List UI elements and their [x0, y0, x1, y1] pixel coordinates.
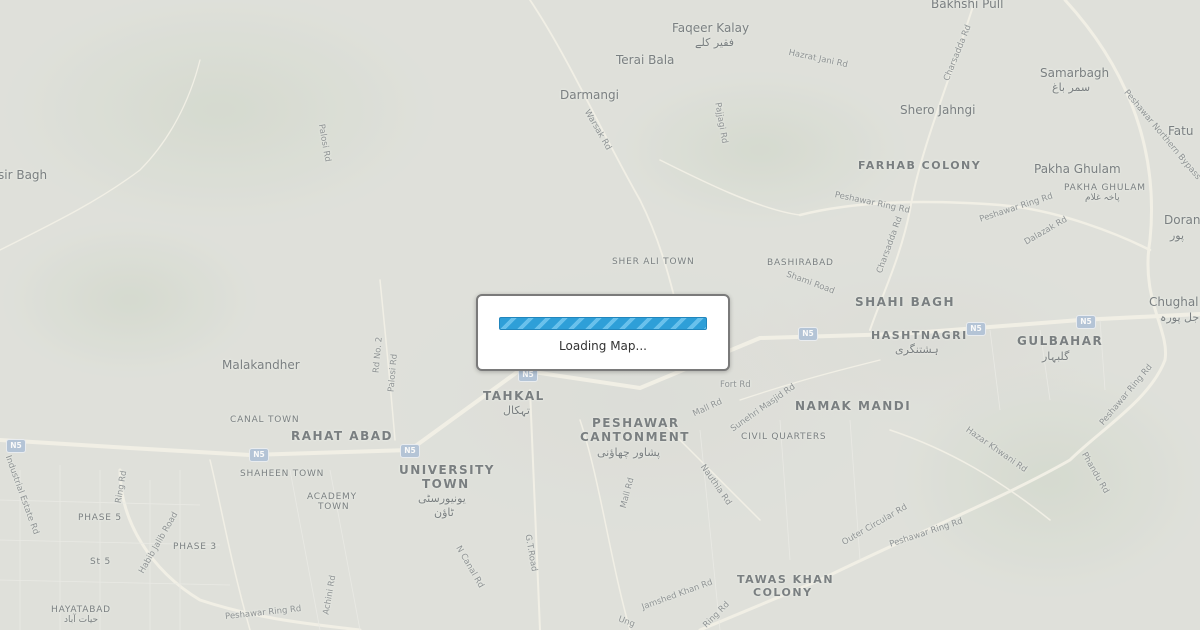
map-canvas[interactable]: Bakhshi Pull Faqeer Kalay فقیر کلے Terai… [0, 0, 1200, 630]
loading-text: Loading Map... [559, 339, 647, 353]
loading-dialog: Loading Map... [476, 294, 730, 371]
loading-progress-fill [500, 318, 706, 329]
loading-progress-bar [499, 317, 707, 330]
